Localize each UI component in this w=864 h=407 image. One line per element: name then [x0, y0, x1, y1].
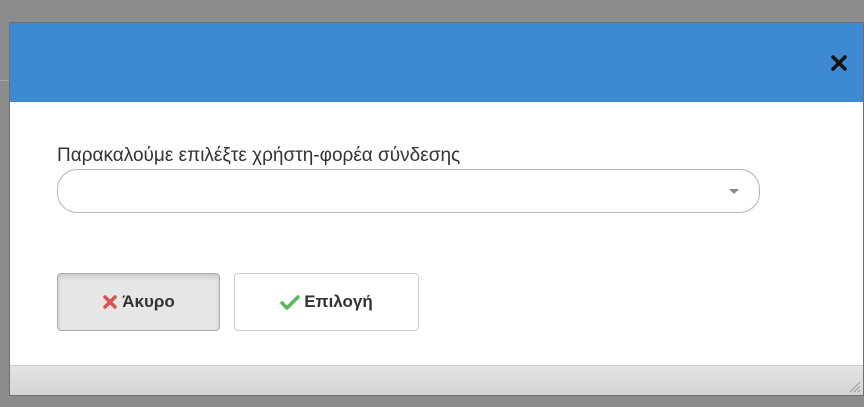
resize-handle-icon[interactable] — [847, 379, 861, 393]
cancel-button[interactable]: Άκυρο — [57, 273, 220, 331]
select-button[interactable]: Επιλογή — [234, 273, 419, 331]
dialog-header — [10, 23, 863, 102]
prompt-label: Παρακαλούμε επιλέξτε χρήστη-φορέα σύνδεσ… — [57, 145, 461, 166]
close-button[interactable] — [827, 51, 851, 75]
user-entity-select[interactable] — [57, 169, 760, 213]
dialog-footer — [10, 365, 863, 395]
cancel-button-label: Άκυρο — [122, 292, 175, 311]
close-icon — [831, 55, 847, 71]
select-button-label: Επιλογή — [304, 292, 373, 311]
select-user-dialog: Παρακαλούμε επιλέξτε χρήστη-φορέα σύνδεσ… — [9, 22, 864, 396]
check-icon — [280, 294, 301, 310]
chevron-down-icon — [729, 189, 739, 194]
x-icon — [102, 294, 118, 310]
